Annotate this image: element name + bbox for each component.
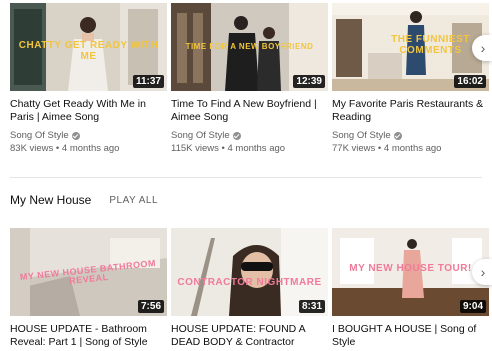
channel-name[interactable]: Song Of Style bbox=[171, 130, 328, 141]
video-title[interactable]: Time To Find A New Boyfriend | Aimee Son… bbox=[171, 98, 328, 124]
section-divider bbox=[10, 177, 482, 178]
thumbnail-overlay-text: CHATTY GET READY WITH ME bbox=[18, 40, 159, 62]
shelf-header: My New House PLAY ALL bbox=[10, 193, 158, 207]
video-shelf-1: CHATTY GET READY WITH ME 11:37 Chatty Ge… bbox=[10, 3, 489, 154]
chevron-right-icon: › bbox=[480, 264, 486, 280]
video-card[interactable]: CONTRACTOR NIGHTMARE 8:31 HOUSE UPDATE: … bbox=[171, 228, 328, 349]
video-title[interactable]: Chatty Get Ready With Me in Paris | Aime… bbox=[10, 98, 167, 124]
video-meta: 115K views • 4 months ago bbox=[171, 143, 286, 154]
channel-name[interactable]: Song Of Style bbox=[10, 130, 167, 141]
video-card[interactable]: MY NEW HOUSE TOUR! 9:04 I BOUGHT A HOUSE… bbox=[332, 228, 489, 349]
video-thumbnail[interactable]: TIME FOR A NEW BOYFRIEND 12:39 bbox=[171, 3, 328, 91]
thumbnail-overlay-text: CONTRACTOR NIGHTMARE bbox=[177, 277, 322, 288]
duration-badge: 11:37 bbox=[132, 75, 164, 88]
video-title[interactable]: HOUSE UPDATE - Bathroom Reveal: Part 1 |… bbox=[10, 323, 167, 349]
chevron-right-icon: › bbox=[480, 40, 486, 56]
channel-name-text: Song Of Style bbox=[171, 130, 230, 141]
video-meta: 77K views • 4 months ago bbox=[332, 143, 442, 154]
play-all-button[interactable]: PLAY ALL bbox=[109, 195, 158, 206]
video-title[interactable]: HOUSE UPDATE: FOUND A DEAD BODY & Contra… bbox=[171, 323, 328, 349]
thumbnail-overlay-text: MY NEW HOUSE TOUR! bbox=[349, 263, 472, 274]
video-card[interactable]: MY NEW HOUSE BATHROOM REVEAL 7:56 HOUSE … bbox=[10, 228, 167, 349]
duration-badge: 9:04 bbox=[459, 300, 486, 313]
video-thumbnail[interactable]: CONTRACTOR NIGHTMARE 8:31 bbox=[171, 228, 328, 316]
channel-name-text: Song Of Style bbox=[332, 130, 391, 141]
shelf-title[interactable]: My New House bbox=[10, 193, 91, 207]
verified-check-icon bbox=[393, 131, 402, 140]
duration-badge: 16:02 bbox=[454, 75, 486, 88]
channel-name[interactable]: Song Of Style bbox=[332, 130, 489, 141]
video-thumbnail[interactable]: MY NEW HOUSE TOUR! 9:04 bbox=[332, 228, 489, 316]
duration-badge: 12:39 bbox=[293, 75, 325, 88]
shelf-next-button[interactable]: › bbox=[472, 35, 492, 61]
video-thumbnail[interactable]: CHATTY GET READY WITH ME 11:37 bbox=[10, 3, 167, 91]
video-title[interactable]: I BOUGHT A HOUSE | Song of Style bbox=[332, 323, 489, 349]
verified-check-icon bbox=[232, 131, 241, 140]
video-thumbnail[interactable]: THE FUNNIEST COMMENTS 16:02 bbox=[332, 3, 489, 91]
video-thumbnail[interactable]: MY NEW HOUSE BATHROOM REVEAL 7:56 bbox=[10, 228, 167, 316]
thumbnail-overlay-text: THE FUNNIEST COMMENTS bbox=[391, 34, 470, 56]
video-shelf-2: MY NEW HOUSE BATHROOM REVEAL 7:56 HOUSE … bbox=[10, 228, 489, 349]
thumbnail-overlay-text: TIME FOR A NEW BOYFRIEND bbox=[185, 42, 314, 51]
video-meta: 83K views • 4 months ago bbox=[10, 143, 120, 154]
video-title[interactable]: My Favorite Paris Restaurants & Reading bbox=[332, 98, 489, 124]
duration-badge: 8:31 bbox=[298, 300, 325, 313]
shelf-next-button[interactable]: › bbox=[472, 259, 492, 285]
video-card[interactable]: TIME FOR A NEW BOYFRIEND 12:39 Time To F… bbox=[171, 3, 328, 154]
channel-name-text: Song Of Style bbox=[10, 130, 69, 141]
video-card[interactable]: THE FUNNIEST COMMENTS 16:02 My Favorite … bbox=[332, 3, 489, 154]
video-card[interactable]: CHATTY GET READY WITH ME 11:37 Chatty Ge… bbox=[10, 3, 167, 154]
verified-check-icon bbox=[71, 131, 80, 140]
duration-badge: 7:56 bbox=[137, 300, 164, 313]
